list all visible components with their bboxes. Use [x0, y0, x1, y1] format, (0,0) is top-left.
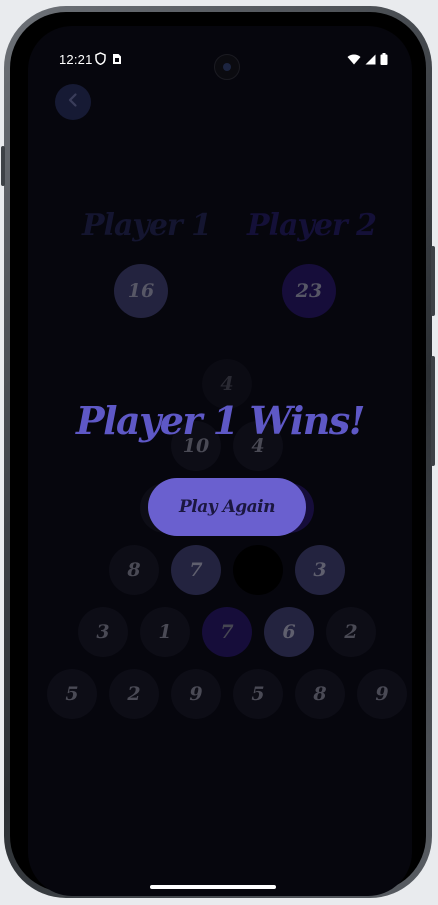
chevron-left-icon — [65, 92, 81, 112]
phone-frame: 12:21 Player 1 Player 2 16 23 4 10 4 8 7… — [1, 6, 435, 898]
board-cell[interactable]: 2 — [109, 669, 159, 719]
status-right-icons — [347, 53, 388, 68]
player-2-score: 23 — [282, 264, 336, 318]
player-1-score: 16 — [114, 264, 168, 318]
board-cell[interactable]: 8 — [295, 669, 345, 719]
board-cell[interactable]: 5 — [47, 669, 97, 719]
board-cell[interactable]: 3 — [295, 545, 345, 595]
side-button — [431, 246, 435, 316]
status-time: 12:21 — [59, 52, 93, 67]
wifi-icon — [347, 53, 361, 68]
board-cell[interactable]: 2 — [326, 607, 376, 657]
side-button — [431, 356, 435, 466]
board-cell[interactable]: 5 — [233, 669, 283, 719]
winner-text: Player 1 Wins! — [76, 398, 365, 443]
player-1-label: Player 1 — [82, 208, 212, 243]
player-2-label: Player 2 — [247, 208, 377, 243]
board-cell[interactable]: 3 — [78, 607, 128, 657]
play-again-button[interactable]: Play Again — [148, 478, 306, 536]
board-cell[interactable]: 8 — [109, 545, 159, 595]
front-camera — [214, 54, 240, 80]
app-screen: 12:21 Player 1 Player 2 16 23 4 10 4 8 7… — [28, 26, 412, 896]
back-button[interactable] — [55, 84, 91, 120]
battery-icon — [380, 53, 388, 68]
phone-bezel: 12:21 Player 1 Player 2 16 23 4 10 4 8 7… — [10, 12, 426, 896]
board-cell[interactable]: 6 — [264, 607, 314, 657]
home-indicator[interactable] — [150, 885, 276, 889]
board-cell[interactable]: 9 — [357, 669, 407, 719]
status-left-icons — [95, 52, 122, 68]
sim-card-icon — [112, 53, 122, 68]
board-cell[interactable]: 7 — [171, 545, 221, 595]
side-button — [1, 146, 5, 186]
board-cell[interactable]: 1 — [140, 607, 190, 657]
signal-icon — [365, 53, 376, 68]
status-bar: 12:21 — [28, 26, 412, 80]
board-cell[interactable] — [233, 545, 283, 595]
shield-icon — [95, 52, 106, 68]
board-cell[interactable]: 9 — [171, 669, 221, 719]
board-cell[interactable]: 7 — [202, 607, 252, 657]
